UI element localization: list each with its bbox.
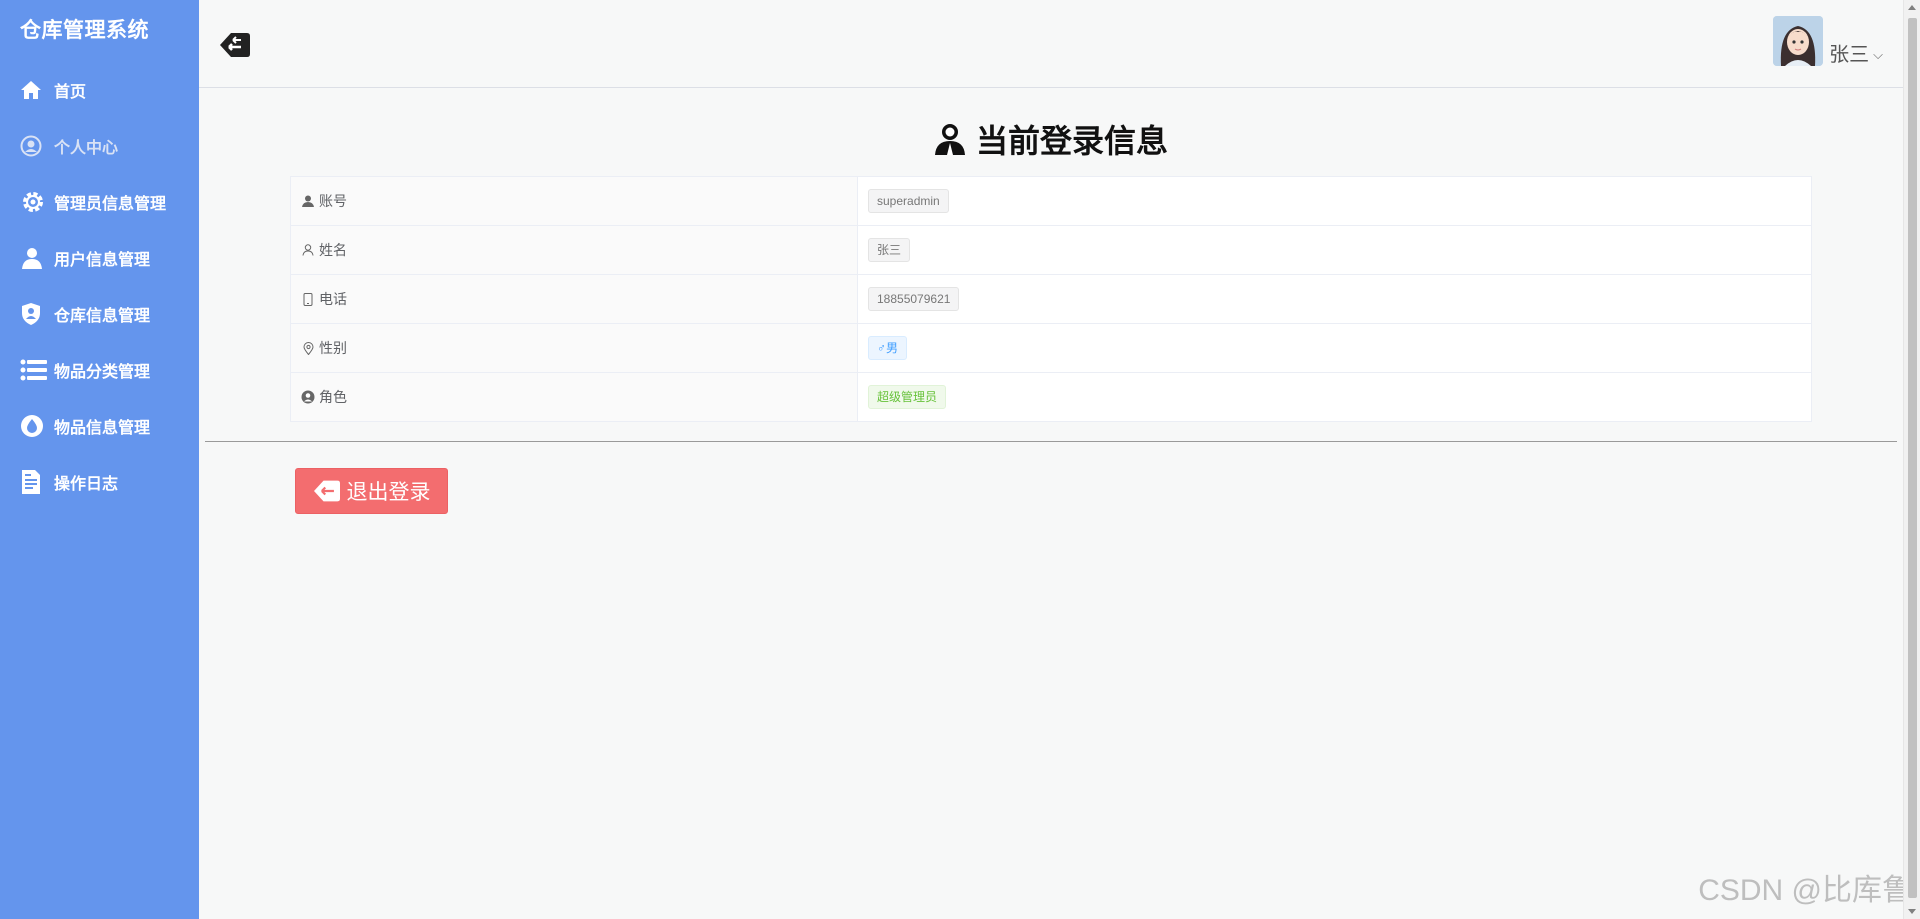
scroll-up-icon[interactable] — [1908, 5, 1916, 10]
vertical-scrollbar[interactable] — [1903, 0, 1920, 919]
avatar — [1773, 16, 1824, 66]
divider — [205, 441, 1897, 442]
scroll-down-icon[interactable] — [1908, 909, 1916, 914]
sidebar-item-label: 首页 — [54, 84, 87, 101]
field-label: 账号 — [290, 176, 858, 226]
sidebar-item-category-management[interactable]: 物品分类管理 — [0, 342, 199, 398]
sidebar-item-item-management[interactable]: 物品信息管理 — [0, 398, 199, 454]
user-icon — [20, 244, 48, 272]
list-icon — [20, 356, 48, 384]
field-label: 姓名 — [290, 225, 858, 275]
field-label: 性别 — [290, 323, 858, 373]
logout-button[interactable]: 退出登录 — [295, 468, 448, 514]
phone-icon — [301, 292, 315, 306]
sidebar-item-label: 操作日志 — [54, 476, 119, 493]
page-title: 当前登录信息 — [199, 116, 1903, 162]
account-tag: superadmin — [868, 189, 949, 213]
gear-icon — [20, 188, 48, 216]
sidebar-item-label: 用户信息管理 — [54, 252, 151, 269]
back-arrow-icon — [313, 478, 341, 504]
field-value: 18855079621 — [857, 274, 1812, 324]
table-row: 电话 18855079621 — [290, 274, 1812, 324]
drop-icon — [20, 412, 48, 440]
watermark: CSDN @比库鲁 — [1698, 874, 1912, 907]
field-value: ♂男 — [857, 323, 1812, 373]
sidebar-item-user-management[interactable]: 用户信息管理 — [0, 230, 199, 286]
user-name: 张三 — [1829, 44, 1870, 66]
table-row: 角色 超级管理员 — [290, 372, 1812, 422]
table-row: 姓名 张三 — [290, 225, 1812, 275]
app-title: 仓库管理系统 — [20, 19, 149, 42]
scroll-thumb[interactable] — [1908, 18, 1917, 898]
sidebar-item-label: 个人中心 — [54, 140, 119, 157]
field-label: 电话 — [290, 274, 858, 324]
sidebar-item-operation-log[interactable]: 操作日志 — [0, 454, 199, 510]
chevron-down-icon: ⌵ — [1873, 47, 1883, 62]
sidebar: 仓库管理系统 首页 个人中心 管理员信息管理 用户信息管理 仓库信息管理 物品分… — [0, 0, 199, 919]
sidebar-item-home[interactable]: 首页 — [0, 62, 199, 118]
phone-tag: 18855079621 — [868, 287, 960, 311]
table-row: 账号 superadmin — [290, 176, 1812, 226]
field-value: 张三 — [857, 225, 1812, 275]
user-icon — [301, 194, 315, 208]
sidebar-item-label: 物品分类管理 — [54, 364, 151, 381]
top-header: 张三 ⌵ — [199, 0, 1903, 88]
user-menu[interactable]: 张三 ⌵ — [1773, 16, 1883, 66]
back-arrow-icon[interactable] — [219, 30, 251, 60]
sidebar-item-warehouse-management[interactable]: 仓库信息管理 — [0, 286, 199, 342]
field-label: 角色 — [290, 372, 858, 422]
sidebar-item-label: 物品信息管理 — [54, 420, 151, 437]
sidebar-item-label: 管理员信息管理 — [54, 196, 167, 213]
sidebar-item-personal-center[interactable]: 个人中心 — [0, 118, 199, 174]
document-icon — [20, 468, 48, 496]
user-icon — [934, 122, 966, 156]
name-tag: 张三 — [868, 238, 911, 262]
home-icon — [20, 76, 48, 104]
field-value: 超级管理员 — [857, 372, 1812, 422]
logout-label: 退出登录 — [346, 481, 431, 504]
field-value: superadmin — [857, 176, 1812, 226]
role-icon — [301, 390, 315, 404]
sidebar-item-label: 仓库信息管理 — [54, 308, 151, 325]
sidebar-item-admin-management[interactable]: 管理员信息管理 — [0, 174, 199, 230]
shield-user-icon — [20, 300, 48, 328]
page-title-text: 当前登录信息 — [975, 123, 1168, 159]
user-outline-icon — [301, 243, 315, 257]
location-icon — [301, 341, 315, 355]
user-circle-icon — [20, 132, 48, 160]
login-info-table: 账号 superadmin 姓名 张三 电话 18855079621 性别 ♂男… — [290, 176, 1812, 422]
gender-tag: ♂男 — [868, 336, 908, 360]
table-row: 性别 ♂男 — [290, 323, 1812, 373]
role-tag: 超级管理员 — [868, 385, 947, 409]
main-content: 当前登录信息 账号 superadmin 姓名 张三 电话 1885507962… — [199, 88, 1903, 919]
